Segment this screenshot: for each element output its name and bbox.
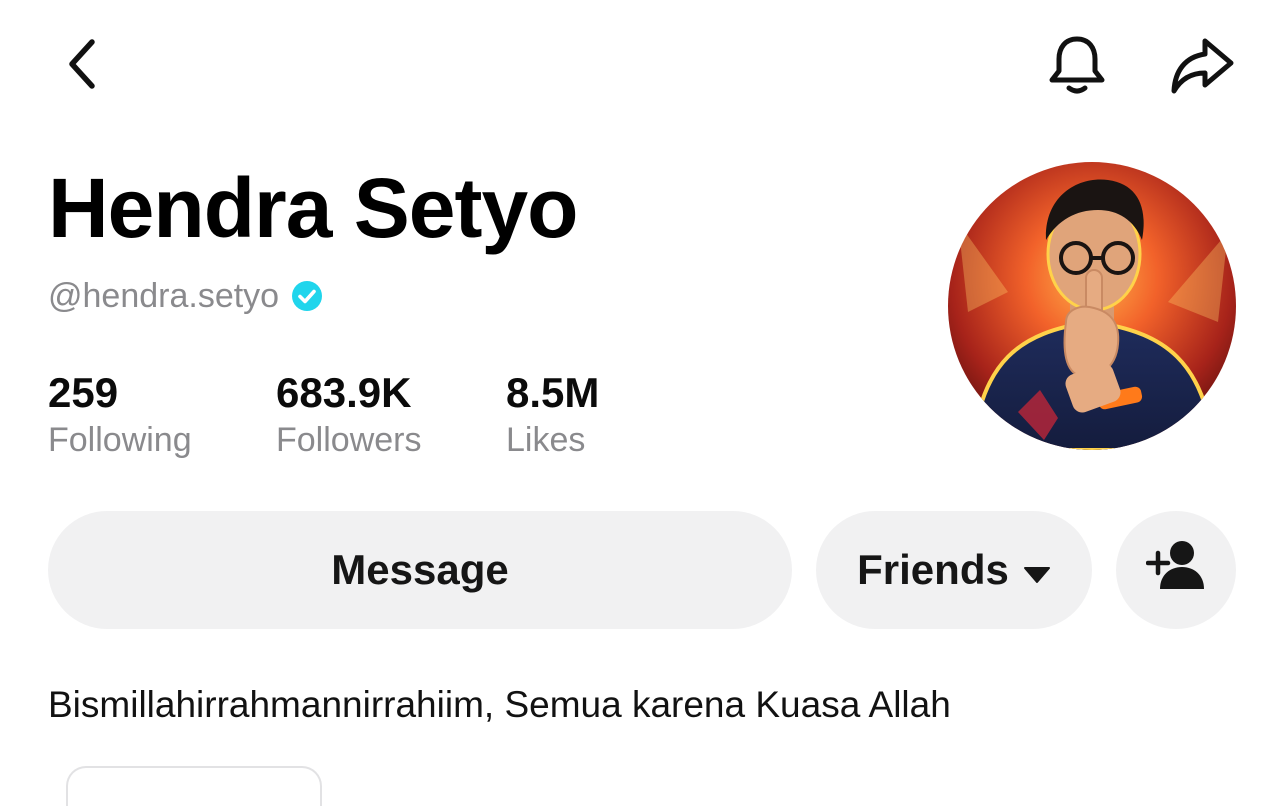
verified-badge-icon	[291, 280, 323, 312]
profile-bio: Bismillahirrahmannirrahiim, Semua karena…	[48, 684, 951, 725]
profile-handle-row: @hendra.setyo	[48, 272, 323, 320]
stat-value: 8.5M	[506, 369, 600, 416]
profile-display-name: Hendra Setyo	[48, 161, 578, 255]
avatar[interactable]	[948, 162, 1236, 450]
stat-following[interactable]: 259 Following	[48, 368, 192, 462]
profile-photo	[948, 162, 1236, 450]
add-user-icon	[1145, 539, 1206, 601]
back-button[interactable]	[50, 30, 114, 102]
stat-label: Followers	[276, 421, 422, 459]
stat-followers[interactable]: 683.9K Followers	[276, 368, 421, 462]
notification-button[interactable]	[1040, 30, 1114, 104]
chevron-left-icon	[64, 36, 100, 97]
friends-dropdown-button[interactable]: Friends	[816, 511, 1092, 629]
add-friend-button[interactable]	[1116, 511, 1236, 629]
stat-likes[interactable]: 8.5M Likes	[506, 368, 599, 462]
stat-value: 683.9K	[276, 369, 412, 416]
bell-icon	[1047, 33, 1107, 102]
stat-value: 259	[48, 369, 119, 416]
share-button[interactable]	[1164, 30, 1240, 104]
profile-handle: @hendra.setyo	[48, 277, 280, 315]
message-button[interactable]: Message	[48, 511, 792, 629]
share-arrow-icon	[1169, 35, 1235, 100]
partial-chip[interactable]	[66, 766, 322, 806]
stat-label: Likes	[506, 421, 586, 459]
message-button-label: Message	[331, 546, 509, 593]
caret-down-icon	[1023, 546, 1051, 594]
stat-label: Following	[48, 421, 192, 459]
friends-button-label: Friends	[857, 546, 1009, 593]
